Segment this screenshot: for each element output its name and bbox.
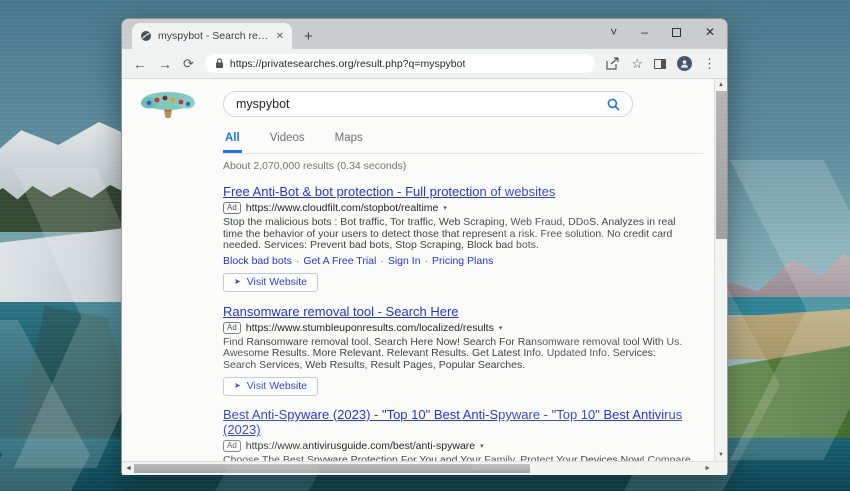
- person-icon: [680, 60, 689, 68]
- sitelink[interactable]: Sign In: [388, 255, 421, 267]
- ad-badge: Ad: [223, 321, 241, 334]
- wallpaper-water-strip: [718, 297, 850, 315]
- side-panel-icon[interactable]: [654, 58, 666, 69]
- close-window-button[interactable]: ✕: [705, 26, 715, 38]
- tab-strip: myspybot - Search results ✕ + ˅ – ✕: [122, 19, 727, 49]
- ad-badge: Ad: [223, 440, 241, 452]
- wallpaper-green-field: [718, 346, 850, 446]
- search-result: Best Anti-Spyware (2023) - "Top 10" Best…: [223, 407, 691, 461]
- dropdown-caret-icon[interactable]: ▾: [443, 204, 447, 212]
- window-controls: ˅ – ✕: [610, 26, 715, 38]
- tab-all[interactable]: All: [223, 132, 242, 153]
- tab-maps[interactable]: Maps: [333, 132, 365, 153]
- search-input[interactable]: myspybot: [223, 91, 633, 117]
- wallpaper-mountain-right: [716, 252, 850, 310]
- lock-icon: [215, 58, 223, 68]
- page-content: myspybot All Videos Maps About 2,070,000…: [122, 79, 727, 461]
- result-url: https://www.cloudfilt.com/stopbot/realti…: [245, 202, 439, 214]
- address-bar[interactable]: https://privatesearches.org/result.php?q…: [204, 54, 596, 73]
- sitelinks: Block bad bots · Get A Free Trial · Sign In ·…: [223, 255, 691, 267]
- visit-arrow-icon: ➤: [234, 381, 241, 390]
- result-description: Find Ransomware removal tool. Search Her…: [223, 335, 683, 371]
- sitelink[interactable]: Block bad bots: [223, 255, 292, 267]
- search-result: Free Anti-Bot & bot protection - Full pr…: [223, 183, 691, 292]
- watermark-chevron: [0, 320, 90, 491]
- sitelink-separator: ·: [380, 254, 384, 267]
- minimize-button[interactable]: –: [641, 26, 648, 38]
- result-url-line: Ad https://www.antivirusguide.com/best/a…: [223, 440, 691, 452]
- visit-website-label: Visit Website: [246, 275, 308, 288]
- search-result: Ransomware removal tool - Search Here Ad…: [223, 303, 691, 396]
- search-icon[interactable]: [607, 98, 620, 111]
- share-icon[interactable]: [606, 57, 620, 70]
- reload-button[interactable]: ⟳: [183, 56, 194, 71]
- search-engine-logo[interactable]: [137, 89, 199, 126]
- result-url-line: Ad https://www.stumbleuponresults.com/lo…: [223, 321, 691, 334]
- globe-favicon: [141, 31, 151, 41]
- visit-website-button[interactable]: ➤ Visit Website: [223, 377, 319, 396]
- menu-kebab-icon[interactable]: ⋮: [703, 57, 716, 70]
- result-title-link[interactable]: Ransomware removal tool - Search Here: [223, 304, 459, 319]
- scroll-right-icon[interactable]: ►: [704, 465, 711, 472]
- tab-videos[interactable]: Videos: [268, 132, 307, 153]
- search-query-text: myspybot: [236, 97, 290, 111]
- horizontal-scrollbar-thumb[interactable]: [134, 464, 530, 473]
- horizontal-scrollbar[interactable]: ◄ ►: [122, 461, 727, 475]
- back-button[interactable]: ←: [133, 57, 147, 71]
- sitelink[interactable]: Get A Free Trial: [303, 255, 376, 267]
- scroll-left-icon[interactable]: ◄: [125, 465, 132, 472]
- result-url: https://www.stumbleuponresults.com/local…: [245, 321, 494, 334]
- browser-tab[interactable]: myspybot - Search results ✕: [132, 23, 292, 49]
- vertical-scrollbar[interactable]: ▲ ▼: [714, 79, 727, 461]
- results-page: myspybot All Videos Maps About 2,070,000…: [122, 79, 727, 461]
- tab-title: myspybot - Search results: [158, 30, 270, 42]
- visit-website-label: Visit Website: [246, 380, 308, 392]
- watermark-chevron: [730, 160, 850, 460]
- result-url: https://www.antivirusguide.com/best/anti…: [245, 440, 476, 452]
- window-restore-chevron-icon[interactable]: ˅: [610, 26, 617, 38]
- visit-website-button[interactable]: ➤ Visit Website: [223, 272, 319, 292]
- wallpaper-gold-field: [718, 309, 850, 359]
- result-description: Stop the malicious bots : Bot traffic, T…: [223, 216, 676, 251]
- browser-window: myspybot - Search results ✕ + ˅ – ✕ ← → …: [121, 18, 728, 475]
- visit-arrow-icon: ➤: [234, 276, 241, 286]
- dropdown-caret-icon[interactable]: ▾: [480, 442, 484, 450]
- tab-close-button[interactable]: ✕: [276, 31, 284, 42]
- scroll-up-icon[interactable]: ▲: [715, 82, 727, 88]
- sitelink-separator: ·: [424, 254, 429, 267]
- result-stats: About 2,070,000 results (0.34 seconds): [223, 160, 407, 172]
- dropdown-caret-icon[interactable]: ▾: [499, 324, 503, 332]
- result-url-line: Ad https://www.cloudfilt.com/stopbot/rea…: [223, 202, 691, 214]
- tabs-divider: [223, 153, 703, 154]
- result-title-link[interactable]: Free Anti-Bot & bot protection - Full pr…: [223, 184, 555, 199]
- maximize-button[interactable]: [671, 27, 681, 37]
- scroll-down-icon[interactable]: ▼: [715, 452, 727, 458]
- ad-badge: Ad: [223, 202, 241, 214]
- vertical-scrollbar-thumb[interactable]: [716, 91, 727, 239]
- bookmark-star-icon[interactable]: ☆: [631, 57, 643, 70]
- new-tab-button[interactable]: +: [304, 29, 313, 44]
- profile-avatar[interactable]: [677, 56, 692, 71]
- forward-button[interactable]: →: [158, 57, 172, 71]
- results-list: Free Anti-Bot & bot protection - Full pr…: [223, 183, 691, 461]
- url-text: https://privatesearches.org/result.php?q…: [229, 57, 466, 70]
- sitelink-separator: ·: [295, 254, 300, 267]
- search-nav-tabs: All Videos Maps: [223, 132, 691, 153]
- result-title-link[interactable]: Best Anti-Spyware (2023) - "Top 10" Best…: [223, 407, 691, 437]
- browser-toolbar: ← → ⟳ https://privatesearches.org/result…: [122, 49, 727, 79]
- desktop: myspybot - Search results ✕ + ˅ – ✕ ← → …: [0, 0, 850, 491]
- sitelink[interactable]: Pricing Plans: [432, 255, 493, 267]
